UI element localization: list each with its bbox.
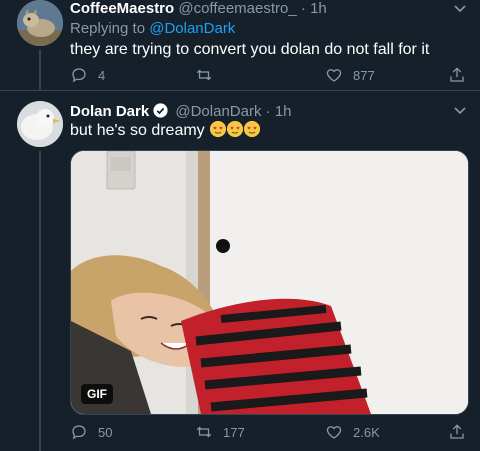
verified-badge-icon	[153, 103, 168, 118]
tweet2-actions: 50 177 2.6K	[70, 423, 470, 443]
tweet2-handle[interactable]: @DolanDark	[175, 103, 261, 120]
tweet2-separator: ·	[265, 103, 271, 120]
tweet1-actions: 4 877	[70, 66, 470, 86]
reply-icon	[72, 68, 86, 83]
share-icon	[450, 67, 464, 82]
share-icon	[450, 424, 464, 439]
tweet1-separator: ·	[300, 0, 306, 17]
tweet2-share-button[interactable]	[448, 423, 476, 441]
tweet2-text: but he's so dreamy	[70, 122, 205, 139]
tweet2-retweet-button[interactable]: 177	[195, 423, 245, 441]
replying-to-link[interactable]: @DolanDark	[149, 20, 235, 37]
thread-line-bottom	[39, 151, 41, 451]
tweet1-handle[interactable]: @coffeemaestro_	[178, 0, 296, 17]
heart-eyes-emoji-icon	[227, 121, 244, 137]
tweet2-like-button[interactable]: 2.6K	[325, 423, 380, 441]
tweet1-reply-button[interactable]: 4	[70, 66, 105, 84]
gif-badge: GIF	[81, 384, 113, 404]
reply-icon	[72, 425, 86, 440]
chevron-down-icon[interactable]	[453, 104, 467, 118]
tweet1-like-button[interactable]: 877	[325, 66, 375, 84]
tweet1-display-name[interactable]: CoffeeMaestro	[70, 0, 174, 17]
tweet2-reply-count: 50	[98, 424, 113, 440]
retweet-icon	[196, 69, 212, 81]
chevron-down-icon[interactable]	[453, 2, 467, 16]
tweet1-like-count: 877	[353, 67, 375, 83]
tweet2-reply-button[interactable]: 50	[70, 423, 112, 441]
tweet1-text: they are trying to convert you dolan do …	[70, 41, 430, 58]
replying-to: Replying to @DolanDark	[70, 20, 235, 37]
tweet1-retweet-button[interactable]	[195, 66, 223, 84]
retweet-icon	[196, 426, 212, 438]
tweet2-header: Dolan Dark @DolanDark · 1h	[70, 102, 292, 121]
avatar-coffeemaestro[interactable]	[17, 0, 63, 46]
avatar-dolandark[interactable]	[17, 101, 63, 147]
heart-icon	[326, 69, 342, 82]
tweet1-reply-count: 4	[98, 67, 106, 83]
tweet-divider	[0, 90, 480, 91]
heart-icon	[326, 426, 342, 439]
tweet1-share-button[interactable]	[448, 66, 476, 84]
thread-line-connector	[39, 50, 41, 90]
tweet2-timestamp[interactable]: 1h	[275, 103, 292, 120]
tweet1-timestamp[interactable]: 1h	[310, 0, 327, 17]
heart-eyes-emoji-icon	[244, 121, 261, 137]
tweet2-text-line: but he's so dreamy	[70, 121, 261, 141]
tweet2-like-count: 2.6K	[353, 424, 380, 440]
replying-prefix: Replying to	[70, 20, 150, 37]
heart-eyes-emoji-icon	[210, 121, 227, 137]
tweet2-retweet-count: 177	[223, 424, 245, 440]
tweet2-gif-media[interactable]: GIF	[70, 150, 469, 415]
tweet2-display-name[interactable]: Dolan Dark	[70, 103, 149, 120]
gif-image	[71, 151, 468, 414]
tweet1-header: CoffeeMaestro @coffeemaestro_ · 1h	[70, 0, 327, 18]
